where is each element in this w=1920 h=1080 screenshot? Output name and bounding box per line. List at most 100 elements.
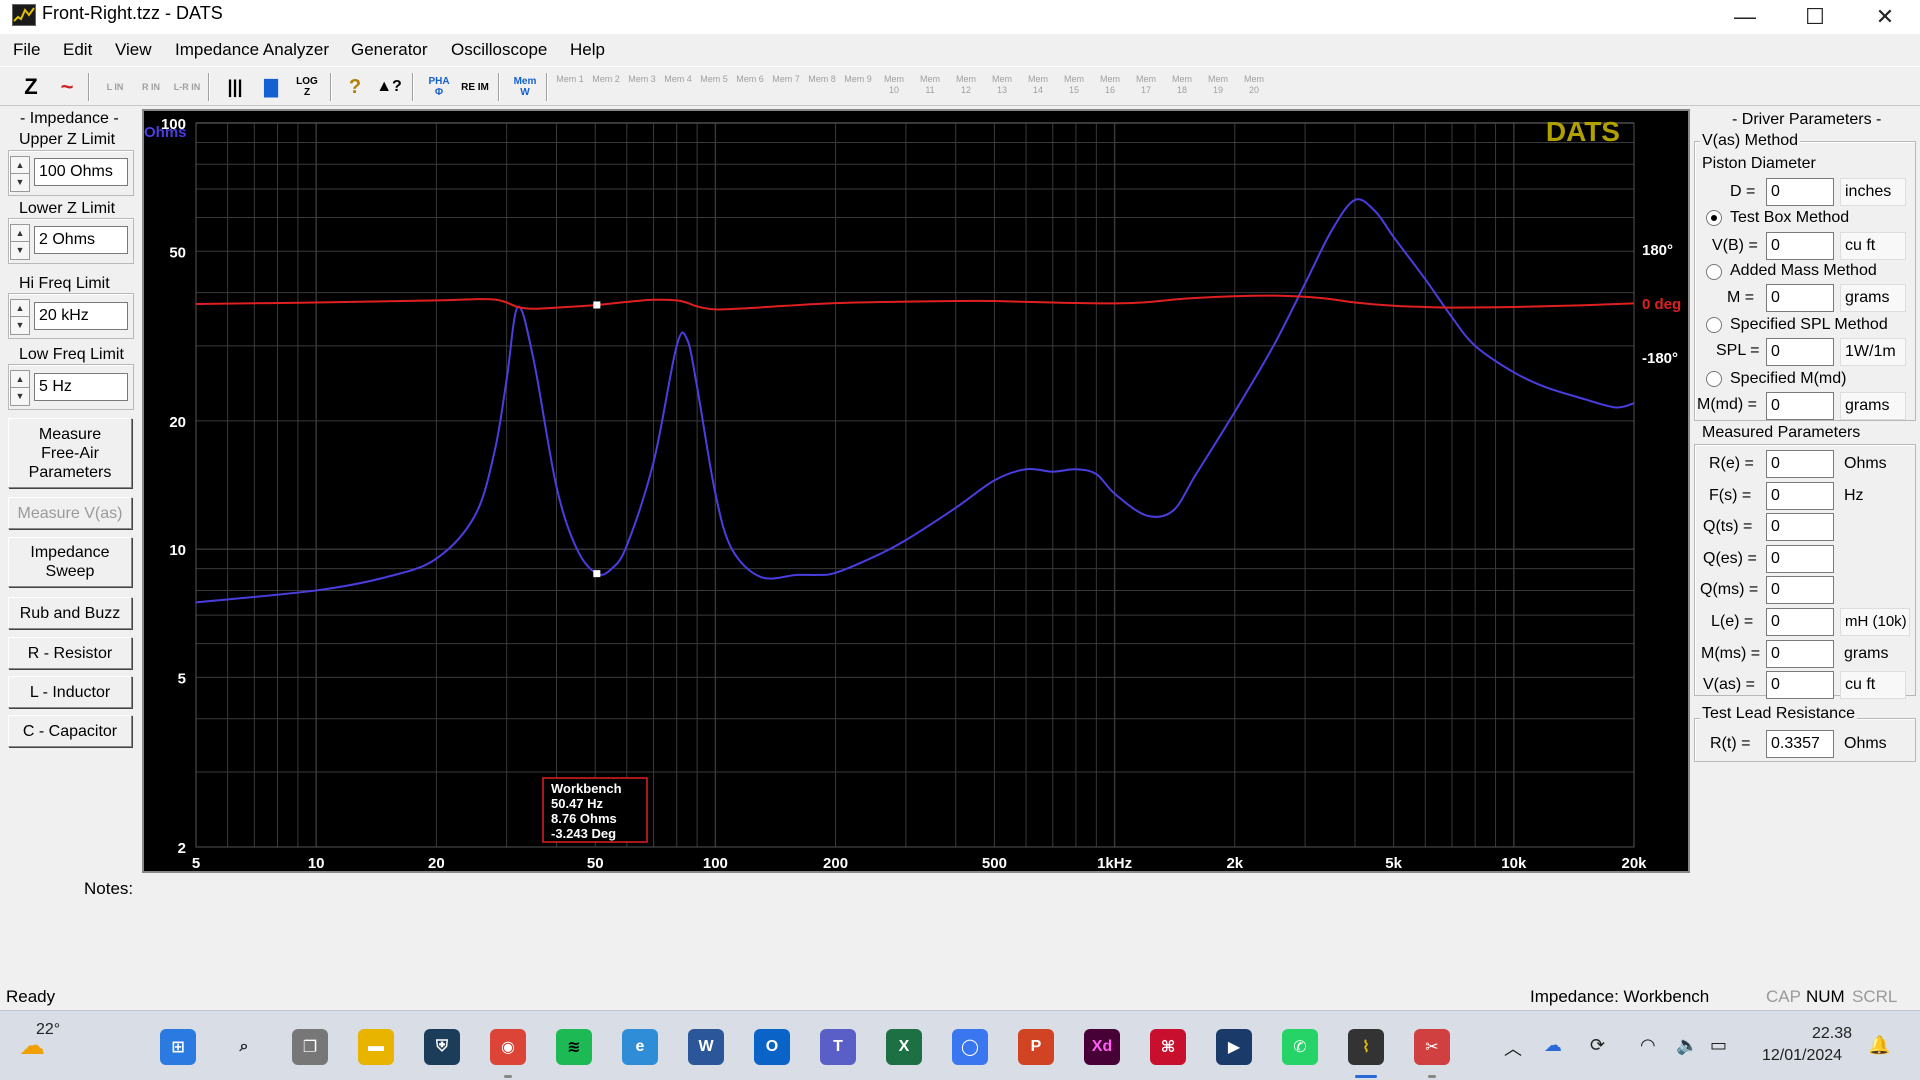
outlook-icon[interactable]: O xyxy=(754,1029,790,1065)
menu-edit[interactable]: Edit xyxy=(63,40,92,60)
chrome-icon[interactable]: ◉ xyxy=(490,1029,526,1065)
mem-slot-9-button[interactable]: Mem 9 xyxy=(844,74,872,100)
clock-date[interactable]: 12/01/2024 xyxy=(1762,1047,1842,1065)
vb-field[interactable]: 0 xyxy=(1766,232,1834,260)
start-icon[interactable]: ⊞ xyxy=(160,1029,196,1065)
impedance-graph[interactable]: 100 50 20 10 5 2 Ohms 5 10 20 50 100 200 500 1kHz 2k 5k 1… xyxy=(142,109,1690,873)
left-in-button[interactable]: L IN xyxy=(100,72,130,102)
mmd-method-radio[interactable] xyxy=(1706,371,1722,387)
mem-slot-13-button[interactable]: Mem 13 xyxy=(988,74,1016,100)
acrobat-icon[interactable]: ⌘ xyxy=(1150,1029,1186,1065)
dats-icon[interactable]: ⌇ xyxy=(1348,1029,1384,1065)
sync-icon[interactable]: ⟳ xyxy=(1590,1035,1605,1056)
resistor-button[interactable]: R - Resistor xyxy=(8,637,132,669)
volume-icon[interactable]: 🔈 xyxy=(1676,1035,1698,1056)
menu-file[interactable]: File xyxy=(13,40,40,60)
mem-slot-16-button[interactable]: Mem 16 xyxy=(1096,74,1124,100)
menu-impedance-analyzer[interactable]: Impedance Analyzer xyxy=(175,40,329,60)
upper-z-field[interactable]: 100 Ohms xyxy=(34,158,128,186)
test-box-radio[interactable] xyxy=(1706,210,1722,226)
mem-slot-20-button[interactable]: Mem 20 xyxy=(1240,74,1268,100)
lower-z-field[interactable]: 2 Ohms xyxy=(34,226,128,254)
mem-slot-7-button[interactable]: Mem 7 xyxy=(772,74,800,100)
impedance-sweep-button[interactable]: Impedance Sweep xyxy=(8,537,132,587)
minimize-button[interactable]: — xyxy=(1710,0,1780,34)
maximize-button[interactable]: ☐ xyxy=(1780,0,1850,34)
mem-slot-17-button[interactable]: Mem 17 xyxy=(1132,74,1160,100)
menu-oscilloscope[interactable]: Oscilloscope xyxy=(451,40,547,60)
d-field[interactable]: 0 xyxy=(1766,178,1834,206)
real-imag-button[interactable]: RE IM xyxy=(460,72,490,102)
mem-slot-6-button[interactable]: Mem 6 xyxy=(736,74,764,100)
mem-slot-5-button[interactable]: Mem 5 xyxy=(700,74,728,100)
impedance-plot[interactable]: 10050201052Ohms5 10 20 50 100 200 500 1kHz 2k 5k 1… xyxy=(144,111,1688,871)
signal-icon[interactable]: ◯ xyxy=(952,1029,988,1065)
low-freq-field[interactable]: 5 Hz xyxy=(34,373,128,401)
teams-icon[interactable]: T xyxy=(820,1029,856,1065)
mem-slot-19-button[interactable]: Mem 19 xyxy=(1204,74,1232,100)
mem-slot-4-button[interactable]: Mem 4 xyxy=(664,74,692,100)
lower-z-spinner[interactable]: ▲ ▼ xyxy=(10,224,30,260)
word-icon[interactable]: W xyxy=(688,1029,724,1065)
measure-free-air-button[interactable]: Measure Free-Air Parameters xyxy=(8,418,132,488)
powerpoint-icon[interactable]: P xyxy=(1018,1029,1054,1065)
help-icon[interactable]: ? xyxy=(340,72,370,102)
mem-slot-3-button[interactable]: Mem 3 xyxy=(628,74,656,100)
rub-and-buzz-button[interactable]: Rub and Buzz xyxy=(8,597,132,629)
close-button[interactable]: ✕ xyxy=(1850,0,1920,34)
hi-freq-field[interactable]: 20 kHz xyxy=(34,302,128,330)
mem-slot-10-button[interactable]: Mem 10 xyxy=(880,74,908,100)
media-player-icon[interactable]: ▶ xyxy=(1216,1029,1252,1065)
mem-write-button[interactable]: Mem W xyxy=(510,72,540,102)
added-mass-radio[interactable] xyxy=(1706,264,1722,280)
phase-button[interactable]: PHA Φ xyxy=(424,72,454,102)
spl-method-radio[interactable] xyxy=(1706,317,1722,333)
impedance-mode-button[interactable]: Z xyxy=(16,72,46,102)
onedrive-icon[interactable]: ☁ xyxy=(1544,1035,1562,1056)
bar-chart-button[interactable]: ▇ xyxy=(256,72,286,102)
right-in-button[interactable]: R IN xyxy=(136,72,166,102)
menu-generator[interactable]: Generator xyxy=(351,40,428,60)
mem-slot-1-button[interactable]: Mem 1 xyxy=(556,74,584,100)
adobe-xd-icon[interactable]: Xd xyxy=(1084,1029,1120,1065)
menu-help[interactable]: Help xyxy=(570,40,605,60)
menu-view[interactable]: View xyxy=(115,40,152,60)
clock-time[interactable]: 22.38 xyxy=(1812,1025,1852,1043)
spl-field[interactable]: 0 xyxy=(1766,338,1834,366)
mem-slot-8-button[interactable]: Mem 8 xyxy=(808,74,836,100)
file-explorer-icon[interactable]: ▬ xyxy=(358,1029,394,1065)
tray-overflow-icon[interactable]: ︿ xyxy=(1504,1035,1522,1061)
mmd-field[interactable]: 0 xyxy=(1766,392,1834,420)
battery-icon[interactable]: ▭ xyxy=(1710,1035,1727,1056)
edge-icon[interactable]: e xyxy=(622,1029,658,1065)
notification-bell-icon[interactable]: 🔔 xyxy=(1868,1035,1890,1056)
mem-slot-15-button[interactable]: Mem 15 xyxy=(1060,74,1088,100)
low-freq-spinner[interactable]: ▲ ▼ xyxy=(10,370,30,406)
grid-lines-button[interactable]: ||| xyxy=(220,72,250,102)
mem-slot-14-button[interactable]: Mem 14 xyxy=(1024,74,1052,100)
measure-vas-button[interactable]: Measure V(as) xyxy=(8,497,132,529)
mem-slot-2-button[interactable]: Mem 2 xyxy=(592,74,620,100)
mem-slot-11-button[interactable]: Mem 11 xyxy=(916,74,944,100)
bitwarden-icon[interactable]: ⛨ xyxy=(424,1029,460,1065)
search-icon[interactable]: ⌕ xyxy=(226,1029,262,1065)
generator-wave-button[interactable]: ~ xyxy=(52,72,82,102)
context-help-icon[interactable]: ▲? xyxy=(374,72,404,102)
left-right-in-button[interactable]: L-R IN xyxy=(172,72,202,102)
spotify-icon[interactable]: ≋ xyxy=(556,1029,592,1065)
mem-slot-12-button[interactable]: Mem 12 xyxy=(952,74,980,100)
whatsapp-icon[interactable]: ✆ xyxy=(1282,1029,1318,1065)
rt-field[interactable]: 0.3357 xyxy=(1766,730,1834,758)
hi-freq-spinner[interactable]: ▲ ▼ xyxy=(10,299,30,335)
capacitor-button[interactable]: C - Capacitor xyxy=(8,715,132,747)
mem-slot-18-button[interactable]: Mem 18 xyxy=(1168,74,1196,100)
log-z-button[interactable]: LOG Z xyxy=(292,72,322,102)
task-view-icon[interactable]: ❐ xyxy=(292,1029,328,1065)
weather-temp[interactable]: 22° xyxy=(36,1021,60,1039)
upper-z-spinner[interactable]: ▲ ▼ xyxy=(10,156,30,192)
excel-icon[interactable]: X xyxy=(886,1029,922,1065)
wifi-icon[interactable]: ◠ xyxy=(1640,1035,1656,1056)
inductor-button[interactable]: L - Inductor xyxy=(8,676,132,708)
snipping-tool-icon[interactable]: ✂ xyxy=(1414,1029,1450,1065)
m-field[interactable]: 0 xyxy=(1766,284,1834,312)
